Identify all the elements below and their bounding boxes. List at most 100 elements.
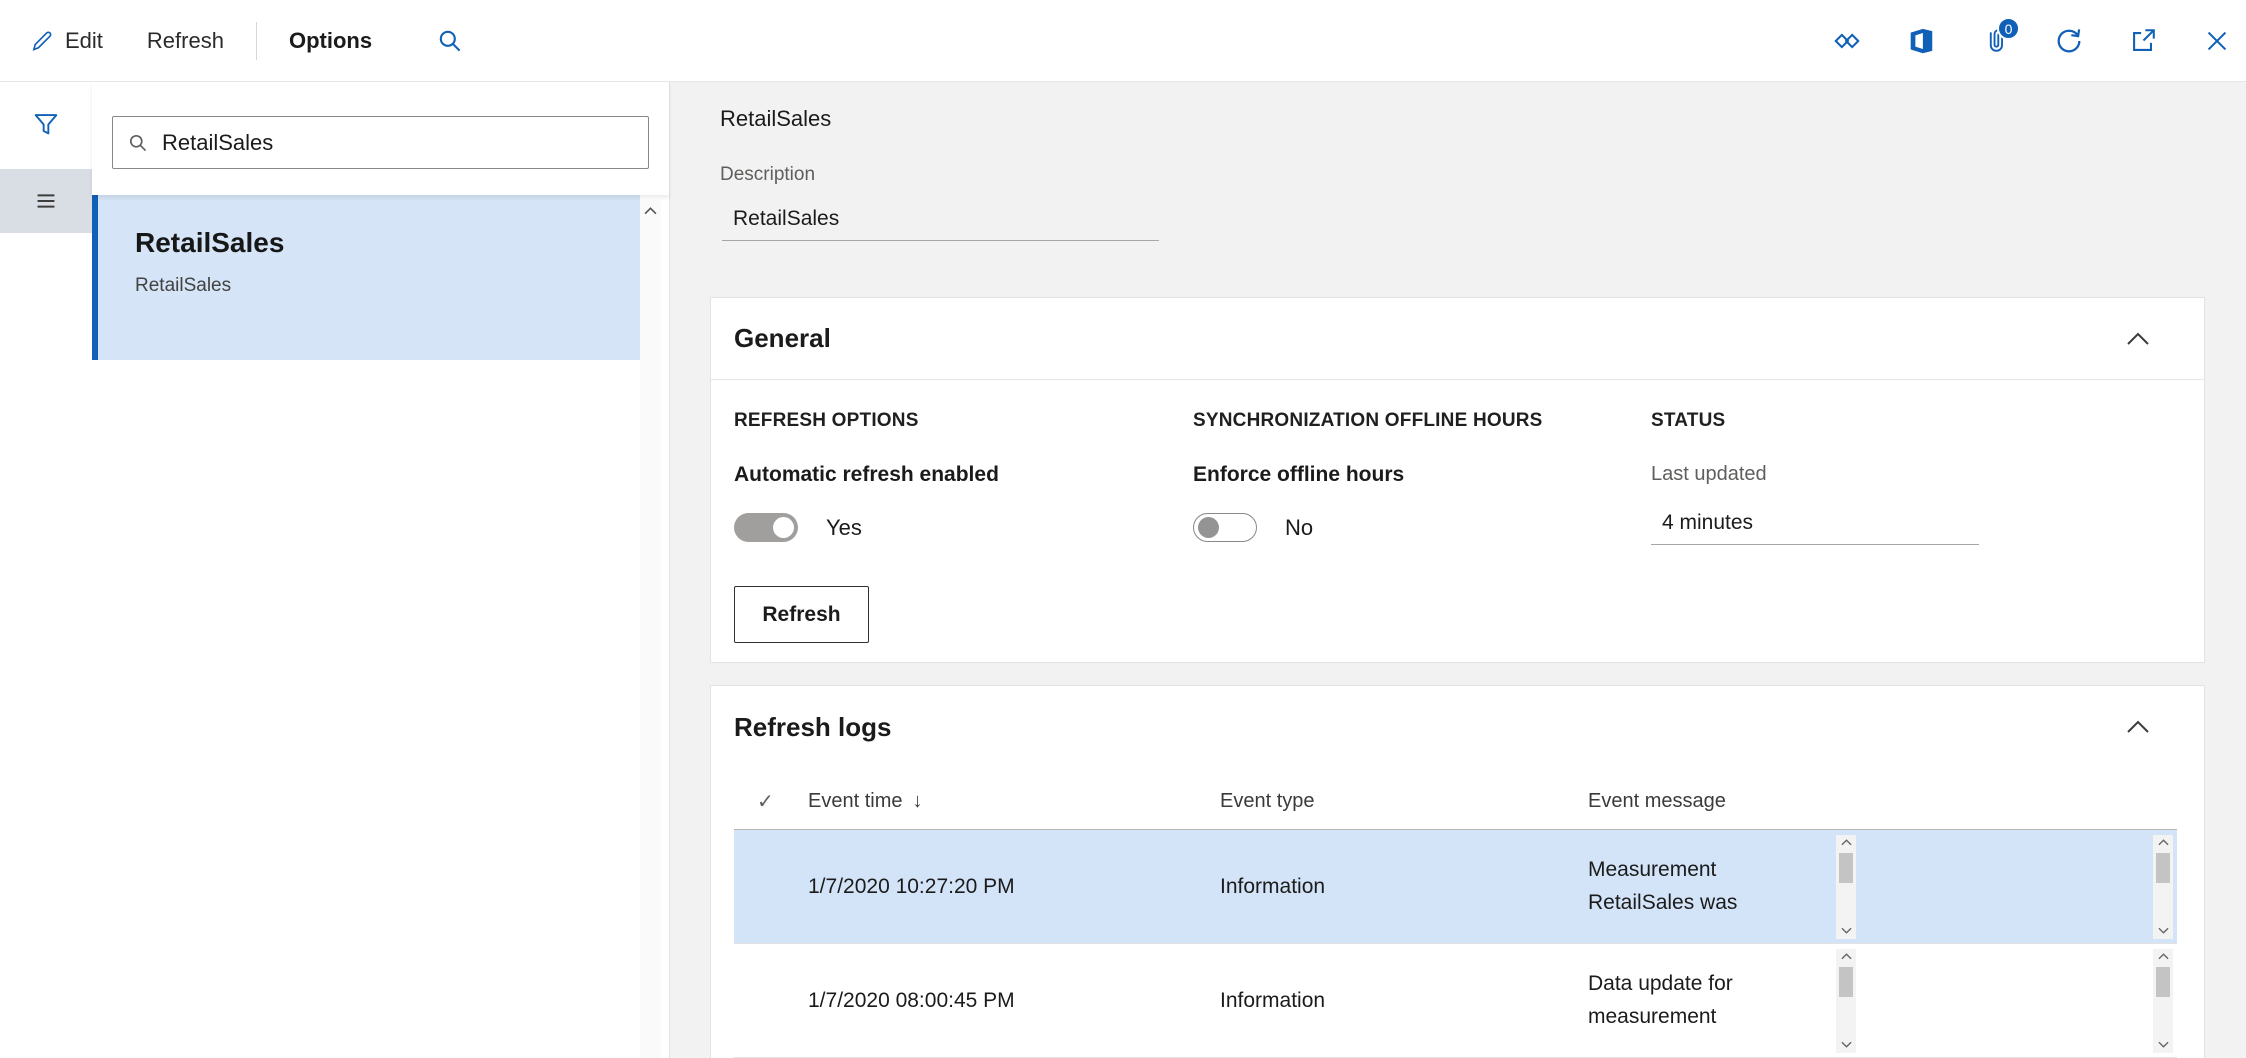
pencil-icon: [29, 28, 55, 54]
menu-divider: [256, 22, 257, 60]
automatic-refresh-row: Yes: [734, 513, 999, 542]
refresh-options-group: REFRESH OPTIONS Automatic refresh enable…: [734, 410, 999, 542]
popout-icon[interactable]: [2128, 26, 2158, 56]
scroll-track[interactable]: [2153, 851, 2173, 923]
scroll-up-icon[interactable]: [2158, 835, 2169, 851]
last-updated-label: Last updated: [1651, 463, 1979, 486]
description-label: Description: [720, 164, 815, 186]
scroll-thumb[interactable]: [1839, 853, 1853, 883]
event-type-cell: Information: [1220, 989, 1588, 1013]
search-small-icon: [127, 132, 149, 154]
event-type-cell: Information: [1220, 875, 1588, 899]
record-list: RetailSales RetailSales: [92, 195, 640, 360]
page-title: RetailSales: [720, 106, 831, 132]
refresh-menu-button[interactable]: Refresh: [147, 28, 224, 54]
list-search-box[interactable]: [112, 116, 649, 169]
enforce-offline-toggle[interactable]: [1193, 513, 1257, 542]
scroll-down-icon[interactable]: [1841, 1037, 1852, 1053]
last-updated-field: [1651, 504, 1979, 545]
status-group: STATUS Last updated: [1651, 410, 1979, 545]
refresh-options-heading: REFRESH OPTIONS: [734, 410, 999, 432]
enforce-offline-row: No: [1193, 513, 1543, 542]
sync-offline-group: SYNCHRONIZATION OFFLINE HOURS Enforce of…: [1193, 410, 1543, 542]
message-cell-scrollbar[interactable]: [1836, 835, 1856, 939]
column-header-event-time[interactable]: Event time↓: [785, 790, 1220, 813]
scroll-thumb[interactable]: [2156, 967, 2170, 997]
diamonds-icon[interactable]: [1832, 26, 1862, 56]
message-cell-scrollbar[interactable]: [1836, 949, 1856, 1053]
row-right-scrollbar[interactable]: [2153, 949, 2173, 1053]
edit-button[interactable]: Edit: [29, 28, 103, 54]
automatic-refresh-label: Automatic refresh enabled: [734, 463, 999, 487]
scroll-track[interactable]: [1836, 965, 1856, 1037]
scroll-up-icon[interactable]: [2158, 949, 2169, 965]
sync-offline-heading: SYNCHRONIZATION OFFLINE HOURS: [1193, 410, 1543, 432]
scroll-thumb[interactable]: [2156, 853, 2170, 883]
general-header[interactable]: General: [711, 298, 2204, 380]
row-right-scrollbar[interactable]: [2153, 835, 2173, 939]
refresh-button[interactable]: Refresh: [734, 586, 869, 643]
refresh-logs-title: Refresh logs: [734, 712, 892, 743]
table-row[interactable]: 1/7/2020 10:27:20 PM Information Measure…: [734, 830, 2177, 944]
event-message-cell: Measurement RetailSales was: [1588, 854, 1828, 919]
list-scrollbar[interactable]: [640, 200, 661, 1058]
event-message-cell: Data update for measurement: [1588, 968, 1828, 1033]
left-icon-rail: [0, 82, 92, 1058]
scroll-down-icon[interactable]: [2158, 923, 2169, 939]
automatic-refresh-value: Yes: [826, 515, 862, 541]
toggle-knob: [1198, 517, 1219, 538]
options-label: Options: [289, 28, 372, 54]
enforce-offline-value: No: [1285, 515, 1313, 541]
refresh-logs-section: Refresh logs ✓ Event time↓ Event type Ev…: [710, 685, 2205, 1058]
select-all-check-icon[interactable]: ✓: [734, 789, 785, 814]
scroll-up-icon[interactable]: [1841, 949, 1852, 965]
list-view-toggle[interactable]: [0, 169, 92, 233]
sync-icon[interactable]: [2054, 26, 2084, 56]
attachments-icon[interactable]: 0: [1980, 26, 2010, 56]
scroll-track[interactable]: [2153, 965, 2173, 1037]
event-time-cell: 1/7/2020 10:27:20 PM: [785, 875, 1220, 899]
top-bar-menu: Edit Refresh Options: [0, 22, 464, 60]
chevron-up-icon[interactable]: [2120, 326, 2156, 352]
column-header-event-message[interactable]: Event message: [1588, 786, 1828, 817]
list-search-area: [92, 82, 669, 195]
automatic-refresh-toggle[interactable]: [734, 513, 798, 542]
close-icon[interactable]: [2202, 26, 2232, 56]
scroll-thumb[interactable]: [1839, 967, 1853, 997]
toggle-knob: [773, 517, 794, 538]
scroll-down-icon[interactable]: [1841, 923, 1852, 939]
list-item-subtitle: RetailSales: [135, 275, 630, 297]
refresh-menu-label: Refresh: [147, 28, 224, 54]
refresh-logs-table: ✓ Event time↓ Event type Event message 1…: [734, 774, 2177, 1058]
office-icon[interactable]: [1906, 26, 1936, 56]
event-time-cell: 1/7/2020 08:00:45 PM: [785, 989, 1220, 1013]
description-field: [722, 200, 1159, 241]
event-type-label: Event type: [1220, 790, 1315, 812]
scroll-up-icon[interactable]: [640, 200, 661, 222]
attachment-count-badge: 0: [1997, 17, 2020, 40]
list-icon: [31, 186, 61, 216]
chevron-up-icon[interactable]: [2120, 714, 2156, 740]
refresh-logs-header[interactable]: Refresh logs: [711, 686, 2204, 768]
general-section: General REFRESH OPTIONS Automatic refres…: [710, 297, 2205, 663]
record-list-panel: RetailSales RetailSales: [92, 82, 669, 1058]
scroll-up-icon[interactable]: [1841, 835, 1852, 851]
list-item-retailsales[interactable]: RetailSales RetailSales: [92, 195, 640, 360]
table-row[interactable]: 1/7/2020 08:00:45 PM Information Data up…: [734, 944, 2177, 1058]
column-header-event-type[interactable]: Event type: [1220, 790, 1588, 813]
main-content: RetailSales Description General REFRESH …: [669, 82, 2246, 1058]
event-message-label: Event message: [1588, 790, 1726, 812]
filter-icon[interactable]: [0, 82, 92, 166]
event-time-label: Event time: [808, 790, 902, 812]
description-input[interactable]: [722, 200, 1159, 240]
scroll-down-icon[interactable]: [2158, 1037, 2169, 1053]
options-menu-button[interactable]: Options: [289, 28, 372, 54]
search-icon[interactable]: [436, 27, 464, 55]
list-search-input[interactable]: [162, 130, 634, 156]
general-title: General: [734, 323, 831, 354]
last-updated-input[interactable]: [1651, 504, 1979, 544]
scroll-track[interactable]: [1836, 851, 1856, 923]
top-bar: Edit Refresh Options 0: [0, 0, 2246, 82]
top-bar-actions: 0: [1832, 0, 2232, 82]
edit-label: Edit: [65, 28, 103, 54]
